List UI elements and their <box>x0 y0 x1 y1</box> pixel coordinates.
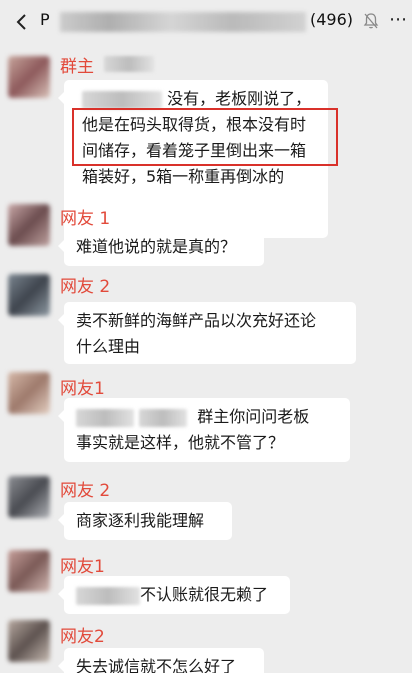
message-bubble[interactable]: 商家逐利我能理解 <box>58 502 232 540</box>
blurred-mention <box>76 408 134 427</box>
sender-name: 网友2 <box>60 627 105 647</box>
message-line: 群主你问问老板 <box>76 404 338 430</box>
more-dots-icon[interactable]: ⋯ <box>388 10 408 30</box>
bell-mute-icon <box>363 13 379 29</box>
message-line: 没有，老板刚说了， <box>82 86 316 112</box>
avatar[interactable] <box>8 56 50 98</box>
avatar[interactable] <box>8 550 50 592</box>
sender-name: 网友1 <box>60 557 105 577</box>
message-line: 失去诚信就不怎么好了 <box>76 657 237 673</box>
group-title-prefix: P <box>40 10 51 29</box>
message-line: 他是在码头取得货，根本没有时 <box>82 115 307 134</box>
message-line: 箱装好，5箱一称重再倒冰的 <box>82 167 285 186</box>
sender-name: 网友 2 <box>60 277 111 297</box>
sender-name: 网友1 <box>60 379 105 399</box>
message-line: 难道他说的就是真的？ <box>76 237 237 256</box>
avatar[interactable] <box>8 204 50 246</box>
message-bubble[interactable]: 难道他说的就是真的？ <box>58 228 264 266</box>
message-line: 不认账就很无赖了 <box>76 582 278 608</box>
avatar[interactable] <box>8 372 50 414</box>
sender-name: 群主 <box>60 57 94 77</box>
blurred-mention <box>82 90 162 109</box>
message-bubble[interactable]: 群主你问问老板 事实就是这样，他就不管了？ <box>58 398 350 462</box>
blurred-group-name <box>60 12 306 32</box>
sender-name: 网友 2 <box>60 481 111 501</box>
message-bubble[interactable]: 失去诚信就不怎么好了 <box>58 648 264 673</box>
message-line: 卖不新鲜的海鲜产品以次充好还论 <box>76 311 317 330</box>
message-bubble[interactable]: 不认账就很无赖了 <box>58 576 290 614</box>
message-bubble[interactable]: 卖不新鲜的海鲜产品以次充好还论 什么理由 <box>58 302 356 364</box>
message-line: 间储存，看着笼子里倒出来一箱 <box>82 141 307 160</box>
avatar[interactable] <box>8 274 50 316</box>
group-member-count: (496) <box>310 10 354 29</box>
message-line: 商家逐利我能理解 <box>76 511 205 530</box>
blurred-mention <box>76 586 140 605</box>
message-line: 事实就是这样，他就不管了？ <box>76 433 285 452</box>
sender-name: 网友 1 <box>60 209 111 229</box>
blurred-name-suffix <box>104 56 154 72</box>
message-line: 什么理由 <box>76 337 141 356</box>
chevron-left-icon[interactable] <box>12 12 32 32</box>
chat-title-bar: P (496) ⋯ <box>0 0 412 44</box>
avatar[interactable] <box>8 620 50 662</box>
avatar[interactable] <box>8 476 50 518</box>
chat-screen: P (496) ⋯ 群主 没有，老板刚说了， 他是在码头取得货，根本没有时 间储… <box>0 0 412 673</box>
blurred-mention <box>139 408 188 427</box>
